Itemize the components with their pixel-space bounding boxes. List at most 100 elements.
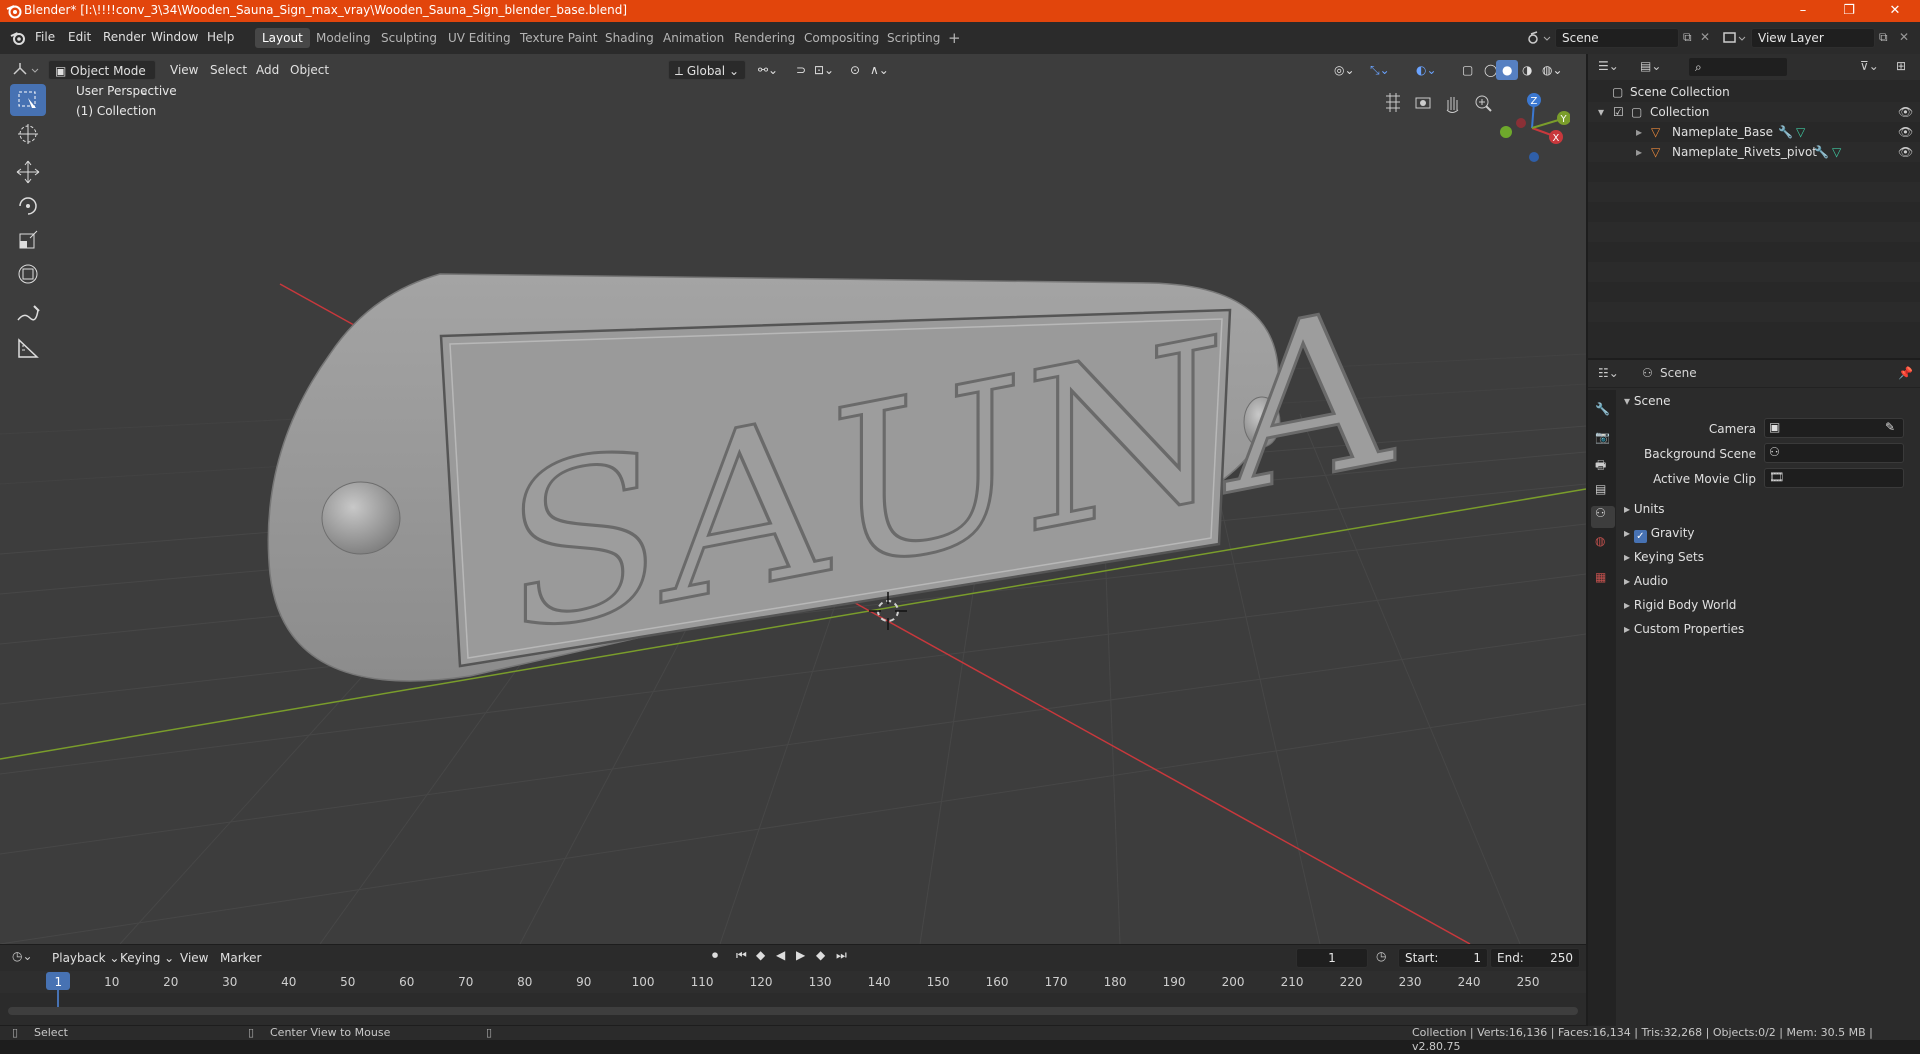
workspace-tab-sculpting[interactable]: Sculpting [374, 28, 444, 48]
transform-orientation-dropdown[interactable]: ⟂ Global ⌄ [668, 60, 746, 80]
gravity-checkbox[interactable]: ✓ [1633, 530, 1647, 543]
scene-tab-icon[interactable]: ⚇ [1591, 506, 1615, 528]
audio-panel-header[interactable]: ▸ Audio [1624, 570, 1912, 592]
timeline-menu-marker[interactable]: Marker [214, 948, 267, 968]
new-scene-icon[interactable]: ⧉ [1683, 30, 1692, 45]
start-frame-field[interactable]: Start: 1 [1398, 948, 1488, 968]
outliner-row-nameplate-rivets[interactable]: ▸ ▽ Nameplate_Rivets_pivot 🔧 ▽ 👁 [1588, 142, 1920, 162]
expand-arrow-icon[interactable]: ▸ [1636, 142, 1642, 162]
3d-viewport[interactable]: SAUNA ▣ Object Mode ⌄ View Select Add Ob… [0, 54, 1586, 944]
filter-icon[interactable]: ⊽⌄ [1860, 59, 1879, 73]
new-view-layer-icon[interactable]: ⧉ [1879, 30, 1888, 45]
jump-start-icon[interactable]: ⏮ [736, 948, 747, 963]
gravity-panel-header[interactable]: ▸ ✓ Gravity [1624, 522, 1912, 544]
workspace-tab-scripting[interactable]: Scripting [880, 28, 947, 48]
eyedropper-icon[interactable]: ✎ [1885, 420, 1895, 434]
workspace-tab-layout[interactable]: Layout [255, 28, 310, 48]
workspace-tab-shading[interactable]: Shading [598, 28, 661, 48]
view-layer-selector-icon[interactable] [1723, 30, 1747, 46]
view-layer-tab-icon[interactable]: ▤ [1595, 482, 1606, 496]
workspace-tab-animation[interactable]: Animation [656, 28, 731, 48]
scene-selector-icon[interactable] [1527, 30, 1551, 46]
properties-editor-type-icon[interactable]: ☷⌄ [1598, 366, 1619, 380]
timeline-menu-view[interactable]: View [174, 948, 214, 968]
camera-view-icon[interactable] [1415, 97, 1431, 109]
eye-icon[interactable]: 👁 [1898, 102, 1913, 122]
pan-hand-icon[interactable] [1446, 97, 1459, 113]
play-reverse-icon[interactable]: ◀ [776, 948, 785, 962]
outliner-search-input[interactable]: ⌕ [1688, 57, 1788, 77]
timeline-editor-type-icon[interactable]: ◷⌄ [12, 949, 33, 963]
overlay-toggle-icon[interactable]: ◐⌄ [1410, 60, 1443, 80]
expand-arrow-icon[interactable]: ▾ [1598, 102, 1604, 122]
visibility-icon[interactable]: ◎⌄ [1328, 60, 1361, 80]
transform-tool[interactable] [10, 258, 46, 290]
gizmo-toggle-icon[interactable]: ⤡⌄ [1364, 60, 1396, 80]
outliner-row-nameplate-base[interactable]: ▸ ▽ Nameplate_Base 🔧 ▽ 👁 [1588, 122, 1920, 142]
texture-tab-icon[interactable]: ▦ [1595, 570, 1606, 584]
menu-render[interactable]: Render [103, 30, 146, 44]
camera-field[interactable]: ▣ ✎ [1764, 418, 1904, 438]
mode-dropdown[interactable]: ▣ Object Mode ⌄ [48, 60, 156, 98]
workspace-tab-modeling[interactable]: Modeling [309, 28, 378, 48]
render-tab-icon[interactable]: 📷 [1595, 430, 1610, 444]
view-layer-field[interactable]: View Layer [1751, 28, 1875, 48]
workspace-tab-compositing[interactable]: Compositing [797, 28, 886, 48]
menu-file[interactable]: File [35, 30, 55, 44]
menu-window[interactable]: Window [151, 30, 198, 44]
workspace-tab-rendering[interactable]: Rendering [727, 28, 802, 48]
output-tab-icon[interactable]: 🖶 [1595, 456, 1606, 477]
outliner-row-collection[interactable]: ▾ ☑ ▢ Collection 👁 [1588, 102, 1920, 122]
record-icon[interactable]: ⏺ [712, 948, 718, 963]
eye-icon[interactable]: 👁 [1898, 142, 1913, 162]
eye-icon[interactable]: 👁 [1898, 122, 1913, 142]
snap-target-icon[interactable]: ⊡⌄ [808, 60, 840, 80]
viewport-menu-add[interactable]: Add [250, 60, 285, 80]
new-collection-icon[interactable]: ⊞ [1896, 59, 1906, 73]
include-checkbox[interactable]: ☑ [1613, 102, 1624, 122]
menu-help[interactable]: Help [207, 30, 234, 44]
add-workspace-button[interactable]: + [941, 28, 968, 48]
delete-scene-icon[interactable]: ✕ [1700, 30, 1710, 44]
timeline-scrollbar[interactable] [8, 1007, 1578, 1015]
clock-icon[interactable]: ◷ [1376, 949, 1386, 963]
navigation-gizmo[interactable]: Z X Y [1490, 86, 1570, 176]
cursor-tool[interactable] [10, 118, 46, 150]
proportional-falloff-icon[interactable]: ∧⌄ [864, 60, 895, 80]
background-scene-field[interactable]: ⚇ [1764, 443, 1904, 463]
pivot-point-icon[interactable]: ⚯⌄ [752, 60, 784, 80]
outliner-row-scene-collection[interactable]: ▢ Scene Collection [1588, 82, 1920, 102]
zoom-icon[interactable] [1475, 95, 1492, 112]
select-box-tool[interactable] [10, 84, 46, 116]
play-icon[interactable]: ▶ [796, 948, 805, 962]
proportional-edit-icon[interactable]: ⊙ [844, 60, 866, 80]
jump-keyframe-back-icon[interactable]: ◆ [756, 948, 765, 962]
world-tab-icon[interactable]: ◍ [1595, 534, 1605, 548]
viewport-menu-view[interactable]: View [164, 60, 204, 80]
workspace-tab-uv-editing[interactable]: UV Editing [441, 28, 518, 48]
xray-toggle-icon[interactable]: ▢ [1456, 60, 1479, 80]
expand-arrow-icon[interactable]: ▸ [1636, 122, 1642, 142]
viewport-menu-object[interactable]: Object [284, 60, 335, 80]
units-panel-header[interactable]: ▸ Units [1624, 498, 1912, 520]
display-mode-icon[interactable]: ▤⌄ [1640, 59, 1661, 73]
blender-menu-icon[interactable] [10, 30, 26, 46]
move-tool[interactable] [10, 156, 46, 188]
scene-name-field[interactable]: Scene [1555, 28, 1679, 48]
workspace-tab-texture-paint[interactable]: Texture Paint [513, 28, 604, 48]
editor-type-icon[interactable] [12, 62, 42, 78]
minimize-button[interactable]: – [1780, 0, 1826, 22]
end-frame-field[interactable]: End: 250 [1490, 948, 1580, 968]
measure-tool[interactable] [10, 332, 46, 364]
rigid-body-world-panel-header[interactable]: ▸ Rigid Body World [1624, 594, 1912, 616]
toggle-perspective-icon[interactable] [1386, 93, 1400, 112]
outliner-editor-type-icon[interactable]: ☰⌄ [1598, 59, 1619, 73]
scene-panel-header[interactable]: ▾ Scene [1624, 390, 1912, 412]
rendered-shading-icon[interactable]: ◍⌄ [1536, 60, 1569, 80]
current-frame-field[interactable]: 1 [1296, 948, 1368, 968]
annotate-tool[interactable] [10, 298, 46, 330]
pin-icon[interactable]: 📌 [1898, 366, 1913, 380]
close-window-button[interactable]: ✕ [1872, 0, 1918, 22]
tool-tab-icon[interactable]: 🔧 [1595, 402, 1610, 416]
viewport-menu-select[interactable]: Select [204, 60, 253, 80]
